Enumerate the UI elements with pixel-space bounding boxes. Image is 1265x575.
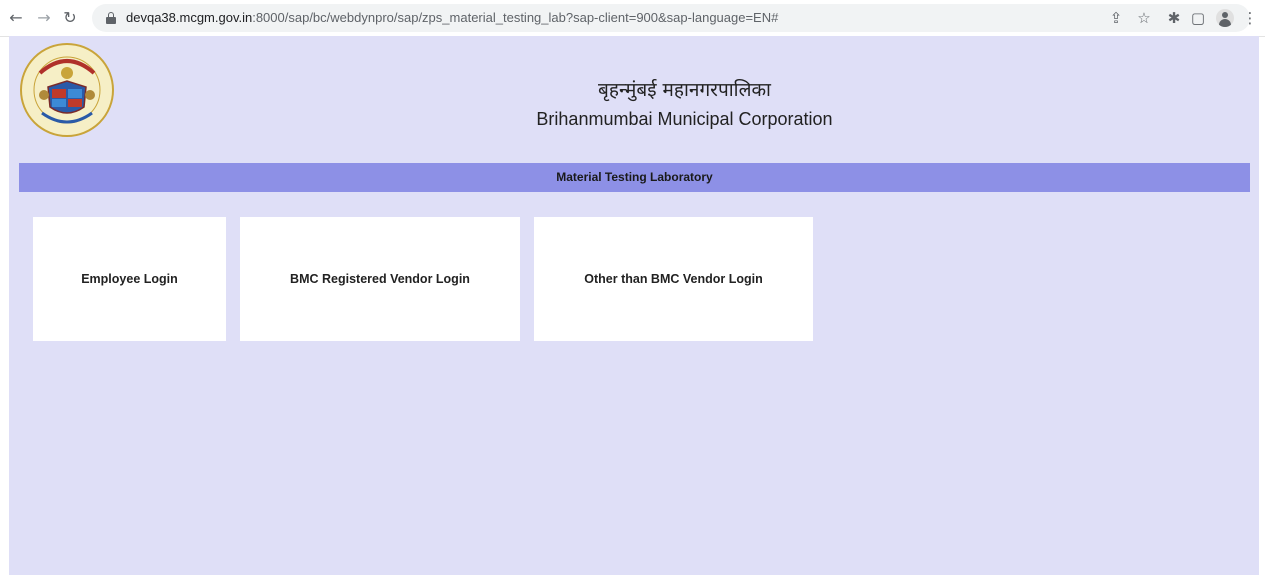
reload-icon[interactable]: ↻	[60, 8, 80, 28]
tile-label: Employee Login	[81, 272, 178, 286]
url-host: devqa38.mcgm.gov.in	[126, 10, 253, 25]
share-icon[interactable]: ⇪	[1106, 8, 1126, 28]
forward-arrow-icon[interactable]: →	[34, 8, 54, 28]
sidepanel-icon[interactable]: ▢	[1188, 8, 1208, 28]
tile-label: BMC Registered Vendor Login	[290, 272, 470, 286]
page-content: बृहन्मुंबई महानगरपालिका Brihanmumbai Mun…	[9, 36, 1259, 575]
url-text[interactable]: devqa38.mcgm.gov.in:8000/sap/bc/webdynpr…	[126, 10, 778, 25]
back-arrow-icon[interactable]: ←	[6, 8, 26, 28]
other-vendor-login-tile[interactable]: Other than BMC Vendor Login	[534, 217, 813, 341]
url-path: :8000/sap/bc/webdynpro/sap/zps_material_…	[252, 10, 779, 25]
address-bar[interactable]: devqa38.mcgm.gov.in:8000/sap/bc/webdynpr…	[92, 4, 1250, 32]
extensions-icon[interactable]: ✱	[1164, 8, 1184, 28]
profile-icon[interactable]	[1216, 9, 1234, 27]
section-banner: Material Testing Laboratory	[19, 163, 1250, 192]
bmc-registered-vendor-login-tile[interactable]: BMC Registered Vendor Login	[240, 217, 520, 341]
tile-label: Other than BMC Vendor Login	[584, 272, 763, 286]
star-icon[interactable]: ☆	[1134, 8, 1154, 28]
lock-icon[interactable]	[106, 12, 116, 24]
browser-toolbar: ← → ↻ devqa38.mcgm.gov.in:8000/sap/bc/we…	[0, 0, 1265, 37]
header-title-hindi: बृहन्मुंबई महानगरपालिका	[598, 79, 771, 101]
employee-login-tile[interactable]: Employee Login	[33, 217, 226, 341]
menu-icon[interactable]: ⋮	[1240, 8, 1260, 28]
header-title-english: Brihanmumbai Municipal Corporation	[536, 109, 833, 129]
